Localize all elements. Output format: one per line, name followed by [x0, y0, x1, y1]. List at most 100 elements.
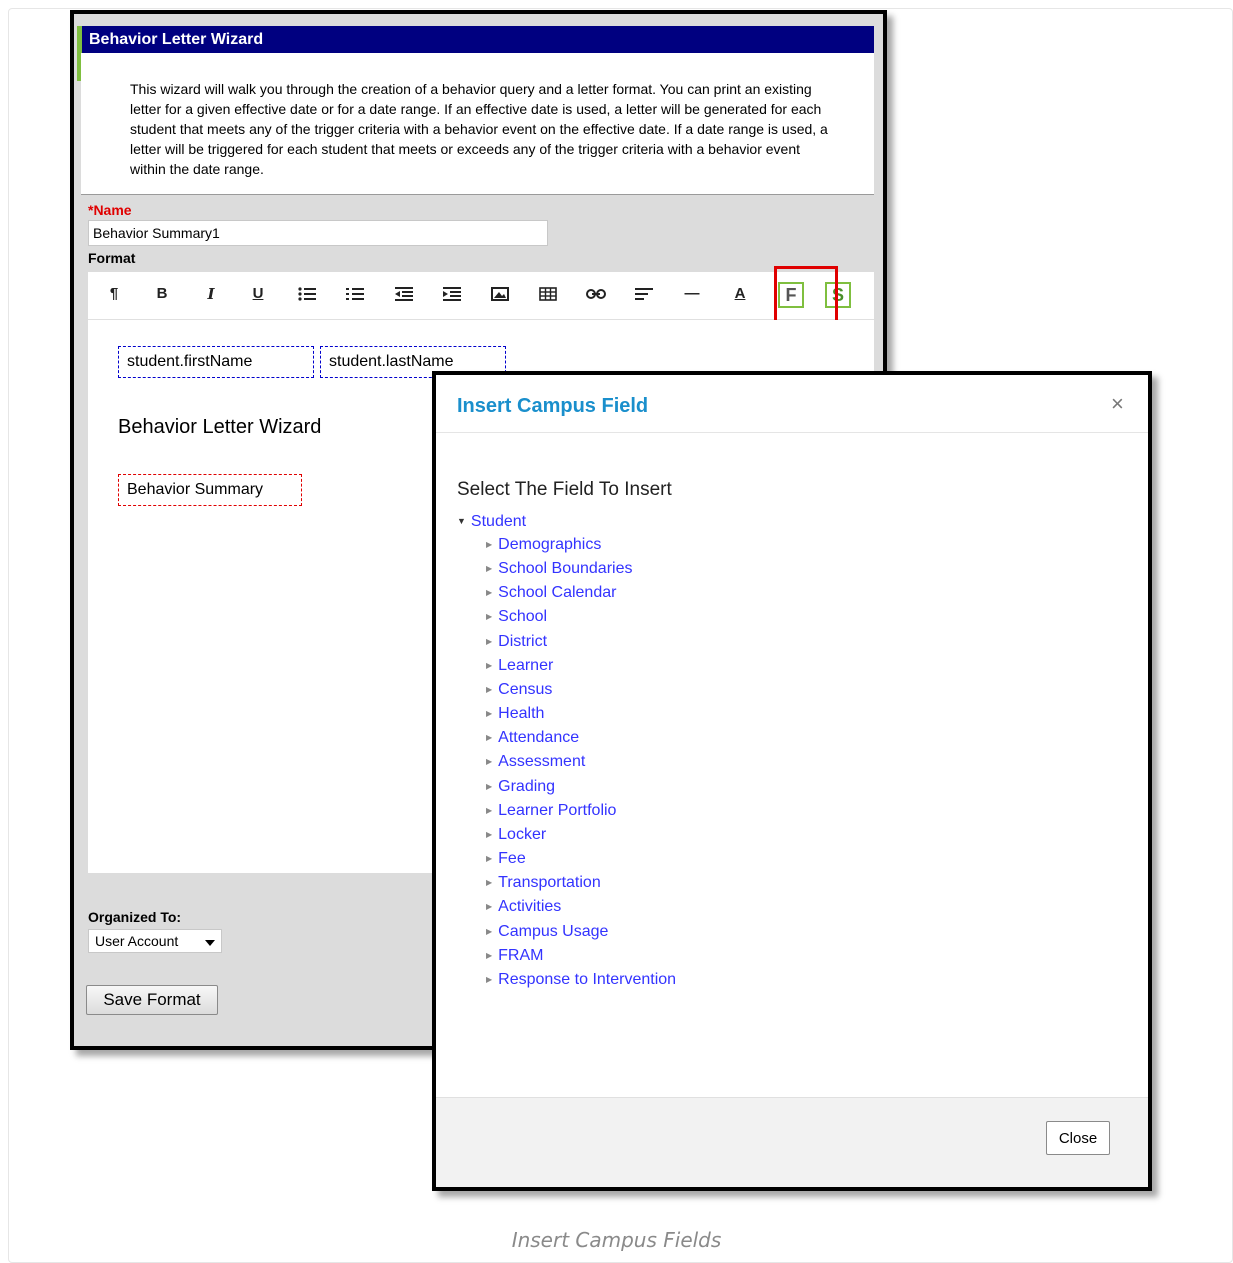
numbered-list-button[interactable]: [341, 280, 369, 308]
insert-field-button[interactable]: F: [778, 282, 804, 308]
close-icon[interactable]: ×: [1111, 393, 1124, 415]
insert-campus-field-modal: Insert Campus Field × Select The Field T…: [432, 371, 1152, 1191]
save-format-button[interactable]: Save Format: [86, 985, 218, 1015]
modal-title: Insert Campus Field: [457, 395, 649, 417]
tree-item-label: Transportation: [498, 874, 601, 892]
image-button[interactable]: [486, 280, 514, 308]
image-icon: [491, 287, 509, 301]
tree-item[interactable]: ▶ Assessment: [486, 750, 676, 774]
collapsed-triangle-icon: ▶: [486, 709, 493, 719]
tree-item[interactable]: ▶ Census: [486, 678, 676, 702]
tree-item[interactable]: ▶ Fee: [486, 847, 676, 871]
tree-item-label: Activities: [498, 898, 562, 916]
tree-item[interactable]: ▶ Learner: [486, 654, 676, 678]
underline-button[interactable]: U: [244, 280, 272, 308]
collapsed-triangle-icon: ▶: [486, 684, 493, 694]
collapsed-triangle-icon: ▶: [486, 660, 493, 670]
tree-item[interactable]: ▶ Learner Portfolio: [486, 799, 676, 823]
name-label: *Name: [88, 202, 132, 218]
first-name-field[interactable]: student.firstName: [118, 346, 314, 378]
chevron-down-icon: [205, 940, 215, 946]
indent-button[interactable]: [438, 280, 466, 308]
font-color-button[interactable]: A: [726, 280, 754, 308]
paragraph-button[interactable]: ¶: [100, 280, 128, 308]
collapsed-triangle-icon: ▶: [486, 805, 493, 815]
tree-item-label: Grading: [498, 777, 556, 795]
bullet-list-icon: [298, 287, 316, 301]
table-icon: [539, 287, 557, 301]
organized-to-label: Organized To:: [88, 909, 182, 925]
tree-item-label: Demographics: [498, 536, 602, 553]
tree-item-label: Attendance: [498, 729, 580, 747]
collapsed-triangle-icon: ▶: [486, 612, 493, 622]
tree-item-label: Health: [498, 705, 545, 723]
insert-subreport-button[interactable]: S: [825, 282, 851, 308]
table-button[interactable]: [534, 280, 562, 308]
organized-to-value: User Account: [95, 933, 179, 949]
wizard-title: Behavior Letter Wizard: [81, 26, 874, 53]
tree-item[interactable]: ▶ Attendance: [486, 726, 676, 750]
modal-footer: Close: [436, 1097, 1148, 1187]
tree-item[interactable]: ▶ FRAM: [486, 944, 676, 968]
collapsed-triangle-icon: ▶: [486, 588, 493, 598]
modal-header: Insert Campus Field ×: [436, 375, 1148, 433]
editor-heading: Behavior Letter Wizard: [118, 416, 322, 438]
organized-to-select[interactable]: User Account: [88, 929, 222, 953]
collapsed-triangle-icon: ▶: [486, 540, 493, 549]
horizontal-rule-button[interactable]: —: [678, 280, 706, 308]
collapsed-triangle-icon: ▶: [486, 926, 493, 936]
tree-item-label: Fee: [498, 850, 526, 868]
tree-item-label: School Boundaries: [498, 560, 633, 578]
tree-item[interactable]: ▶ Response to Intervention: [486, 968, 676, 992]
tree-node-label: Student: [470, 513, 527, 530]
tree-item[interactable]: ▶ Activities: [486, 895, 676, 919]
modal-subtitle: Select The Field To Insert: [457, 479, 672, 500]
tree-item-label: Locker: [498, 825, 547, 843]
tree-item-label: School Calendar: [498, 584, 617, 602]
tree-item[interactable]: ▶ District: [486, 630, 676, 654]
tree-item[interactable]: ▶ Health: [486, 702, 676, 726]
indent-icon: [443, 287, 461, 301]
outdent-button[interactable]: [390, 280, 418, 308]
tree-item-label: Campus Usage: [498, 922, 609, 940]
tree-item[interactable]: ▶ Campus Usage: [486, 920, 676, 944]
tree-item-label: Learner Portfolio: [498, 801, 617, 819]
tree-item[interactable]: ▶ Grading: [486, 775, 676, 799]
close-button[interactable]: Close: [1046, 1121, 1110, 1155]
editor-toolbar: ¶ B I U — A F S: [88, 266, 874, 324]
tree-item-label: Census: [498, 680, 553, 698]
format-label: Format: [88, 250, 136, 266]
collapsed-triangle-icon: ▶: [486, 829, 493, 839]
tree-item[interactable]: ▶ Locker: [486, 823, 676, 847]
tree-node-student[interactable]: ▼ Student: [457, 511, 526, 532]
tree-item-label: Response to Intervention: [498, 970, 677, 988]
behavior-summary-field[interactable]: Behavior Summary: [118, 474, 302, 506]
link-button[interactable]: [582, 280, 610, 308]
outdent-icon: [395, 287, 413, 301]
collapsed-triangle-icon: ▶: [486, 733, 493, 743]
collapsed-triangle-icon: ▶: [486, 564, 493, 574]
tree-item-label: School: [498, 608, 548, 626]
align-button[interactable]: [630, 280, 658, 308]
collapsed-triangle-icon: ▶: [486, 781, 493, 791]
tree-item-label: FRAM: [498, 946, 544, 964]
tree-item[interactable]: ▶ Demographics: [486, 533, 676, 557]
tree-item-label: Assessment: [498, 753, 586, 771]
tree-item[interactable]: ▶ School: [486, 605, 676, 629]
tree-item-label: Learner: [498, 656, 554, 674]
tree-item[interactable]: ▶ Transportation: [486, 871, 676, 895]
collapsed-triangle-icon: ▶: [486, 878, 493, 888]
collapsed-triangle-icon: ▶: [486, 757, 493, 767]
italic-button[interactable]: I: [197, 280, 225, 308]
tree-item-label: District: [498, 632, 548, 650]
collapsed-triangle-icon: ▶: [486, 636, 493, 646]
tree-item[interactable]: ▶ School Boundaries: [486, 557, 676, 581]
wizard-intro-text: This wizard will walk you through the cr…: [81, 53, 874, 195]
collapsed-triangle-icon: ▶: [486, 950, 493, 960]
field-tree-list: ▶ Demographics ▶ School Boundaries ▶ School…: [486, 533, 676, 992]
bullet-list-button[interactable]: [293, 280, 321, 308]
bold-button[interactable]: B: [148, 280, 176, 308]
name-input[interactable]: [88, 220, 548, 246]
tree-item[interactable]: ▶ School Calendar: [486, 581, 676, 605]
collapsed-triangle-icon: ▶: [486, 854, 493, 864]
